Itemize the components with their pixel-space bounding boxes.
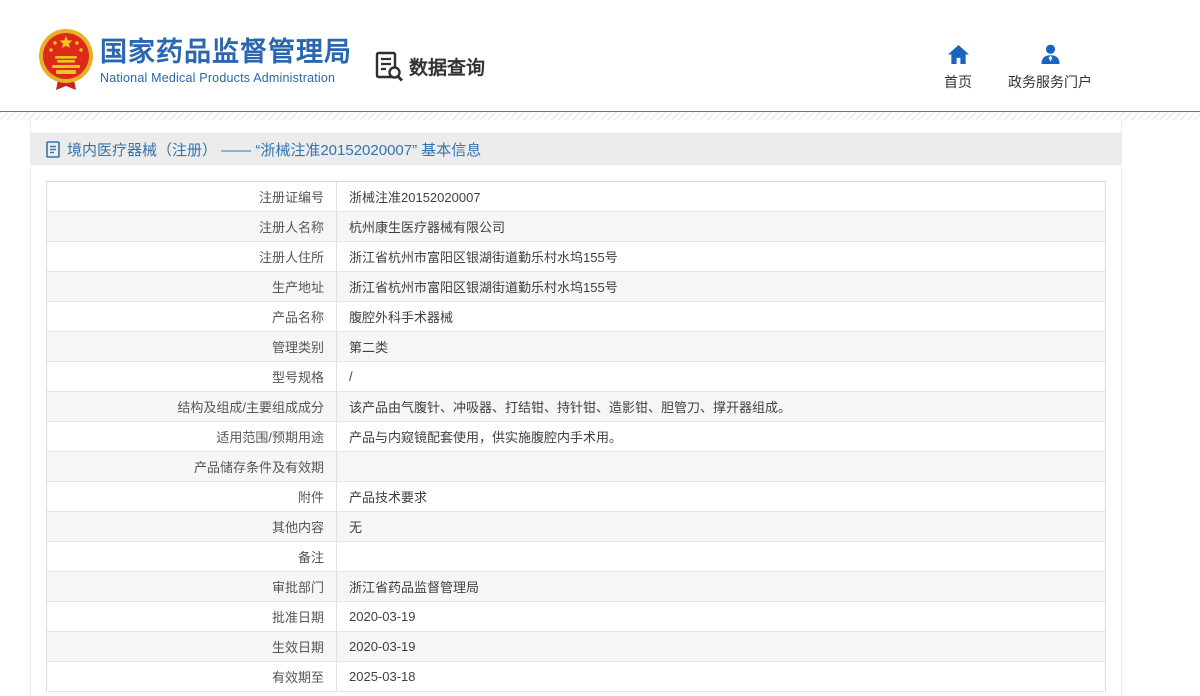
nav-item-label: 政务服务门户 <box>1008 74 1092 90</box>
site-title: 国家药品监督管理局 <box>100 37 352 67</box>
header-divider-hatch <box>0 112 1200 120</box>
row-value: / <box>349 369 353 384</box>
table-row: 注册人住所 浙江省杭州市富阳区银湖街道勤乐村水坞155号 <box>47 242 1105 272</box>
row-value: 2025-03-18 <box>349 669 416 684</box>
row-label: 注册人住所 <box>47 242 337 271</box>
content-container: 境内医疗器械（注册） —— “浙械注准20152020007” 基本信息 注册证… <box>30 120 1122 696</box>
row-value <box>337 452 1105 481</box>
home-icon <box>947 44 969 65</box>
nav-item-home[interactable]: 首页 <box>944 44 972 92</box>
data-query-label: 数据查询 <box>409 58 486 79</box>
national-emblem-logo <box>39 29 93 90</box>
nav-item-portal[interactable]: 政务服务门户 <box>1008 44 1092 92</box>
row-label: 注册证编号 <box>47 182 337 211</box>
table-row: 生产地址 浙江省杭州市富阳区银湖街道勤乐村水坞155号 <box>47 272 1105 302</box>
table-row: 审批部门 浙江省药品监督管理局 <box>47 572 1105 602</box>
row-value: 2020-03-19 <box>349 639 416 654</box>
row-label: 批准日期 <box>47 602 337 631</box>
table-row: 注册人名称 杭州康生医疗器械有限公司 <box>47 212 1105 242</box>
site-logo[interactable]: 国家药品监督管理局 National Medical Products Admi… <box>100 36 352 85</box>
section-title-bar: 境内医疗器械（注册） —— “浙械注准20152020007” 基本信息 <box>31 133 1121 165</box>
table-row: 其他内容 无 <box>47 512 1105 542</box>
row-value: 该产品由气腹针、冲吸器、打结钳、持针钳、造影钳、胆管刀、撑开器组成。 <box>349 400 792 415</box>
table-row: 产品储存条件及有效期 <box>47 452 1105 482</box>
page-icon <box>46 140 60 158</box>
table-row: 生效日期 2020-03-19 <box>47 632 1105 662</box>
table-row: 结构及组成/主要组成成分 该产品由气腹针、冲吸器、打结钳、持针钳、造影钳、胆管刀… <box>47 392 1105 422</box>
table-row: 适用范围/预期用途 产品与内窥镜配套使用，供实施腹腔内手术用。 <box>47 422 1105 452</box>
row-label: 产品名称 <box>47 302 337 331</box>
table-row: 型号规格 / <box>47 362 1105 392</box>
user-icon <box>1040 44 1060 65</box>
row-label: 审批部门 <box>47 572 337 601</box>
row-value: 浙江省药品监督管理局 <box>349 580 480 595</box>
row-value: 浙械注准20152020007 <box>349 190 481 205</box>
site-subtitle: National Medical Products Administration <box>100 71 336 86</box>
row-value <box>337 542 1105 571</box>
table-row: 备注 <box>47 542 1105 572</box>
document-search-icon <box>375 51 403 82</box>
row-value: 腹腔外科手术器械 <box>349 310 454 325</box>
table-row: 注册证编号 浙械注准20152020007 <box>47 182 1105 212</box>
row-label: 生产地址 <box>47 272 337 301</box>
table-row: 管理类别 第二类 <box>47 332 1105 362</box>
row-label: 产品储存条件及有效期 <box>47 452 337 481</box>
nav-item-label: 首页 <box>944 74 972 90</box>
row-label: 附件 <box>47 482 337 511</box>
section-title: 境内医疗器械（注册） —— “浙械注准20152020007” 基本信息 <box>67 141 482 159</box>
row-value: 杭州康生医疗器械有限公司 <box>349 220 506 235</box>
row-label: 备注 <box>47 542 337 571</box>
row-value: 第二类 <box>349 340 389 355</box>
table-row: 有效期至 2025-03-18 <box>47 662 1105 692</box>
table-row: 批准日期 2020-03-19 <box>47 602 1105 632</box>
registration-info-table: 注册证编号 浙械注准20152020007 注册人名称 杭州康生医疗器械有限公司… <box>46 181 1106 692</box>
row-label: 有效期至 <box>47 662 337 691</box>
row-value: 2020-03-19 <box>349 609 416 624</box>
row-label: 其他内容 <box>47 512 337 541</box>
data-query-tab[interactable]: 数据查询 <box>374 51 485 82</box>
row-label: 管理类别 <box>47 332 337 361</box>
row-value: 无 <box>349 520 363 535</box>
top-nav: 首页 政务服务门户 <box>944 44 1092 92</box>
row-value: 浙江省杭州市富阳区银湖街道勤乐村水坞155号 <box>349 280 618 295</box>
row-label: 型号规格 <box>47 362 337 391</box>
row-label: 注册人名称 <box>47 212 337 241</box>
row-value: 产品技术要求 <box>349 490 428 505</box>
table-row: 附件 产品技术要求 <box>47 482 1105 512</box>
row-label: 结构及组成/主要组成成分 <box>47 392 337 421</box>
site-header: 国家药品监督管理局 National Medical Products Admi… <box>0 0 1200 111</box>
row-label: 生效日期 <box>47 632 337 661</box>
row-label: 适用范围/预期用途 <box>47 422 337 451</box>
table-row: 产品名称 腹腔外科手术器械 <box>47 302 1105 332</box>
row-value: 浙江省杭州市富阳区银湖街道勤乐村水坞155号 <box>349 250 618 265</box>
row-value: 产品与内窥镜配套使用，供实施腹腔内手术用。 <box>349 430 623 445</box>
